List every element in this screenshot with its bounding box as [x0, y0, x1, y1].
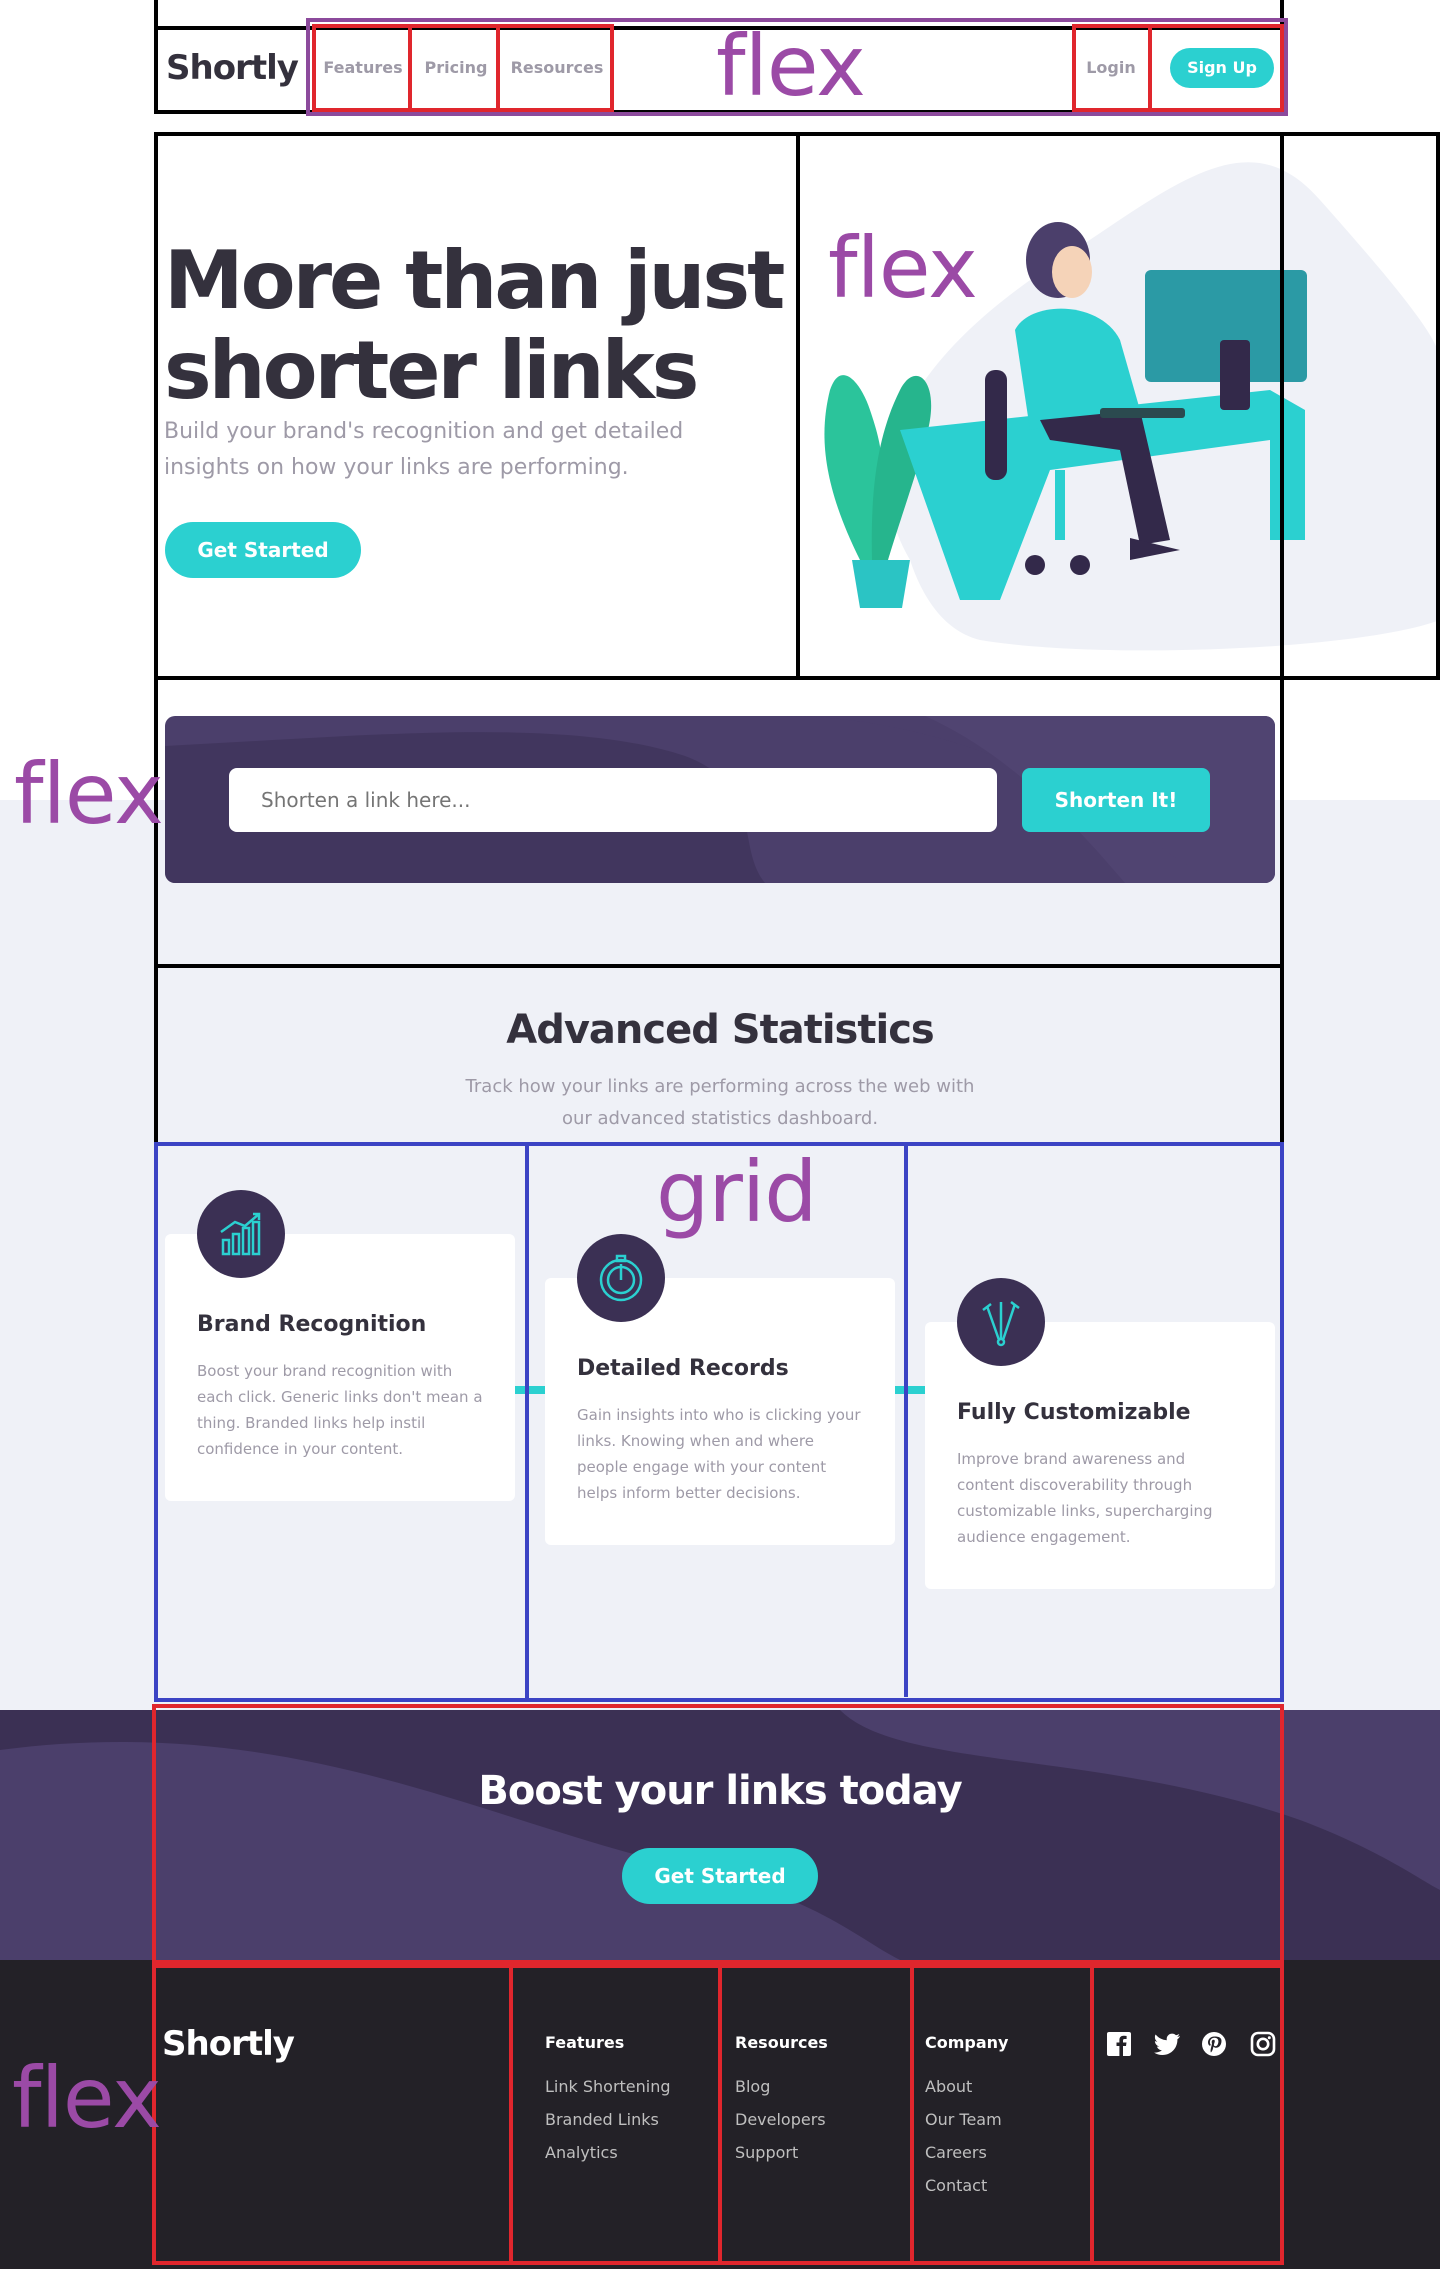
overlay-label-nav: flex	[716, 17, 866, 115]
overlay-nav-item	[1148, 24, 1284, 112]
overlay-label-hero: flex	[828, 219, 978, 317]
overlay-footer-divider	[910, 1964, 914, 2265]
overlay-stats-heading-box	[154, 964, 1284, 1146]
overlay-label-stats: grid	[656, 1143, 818, 1241]
overlay-grid-divider	[525, 1142, 529, 1702]
overlay-nav-item	[408, 24, 500, 112]
overlay-hero-text-box	[154, 132, 800, 680]
overlay-footer-divider	[718, 1964, 722, 2265]
overlay-footer-divider	[1090, 1964, 1094, 2265]
overlay-nav-item	[312, 24, 412, 112]
overlay-nav-item	[496, 24, 614, 112]
overlay-label-footer: flex	[12, 2049, 162, 2147]
overlay-label-shorten: flex	[14, 745, 164, 843]
overlay-boost-box	[152, 1704, 1284, 1964]
overlay-grid-divider	[904, 1142, 908, 1697]
overlay-shorten-box	[154, 676, 1284, 968]
overlay-footer-divider	[509, 1964, 513, 2265]
overlay-hero-image-box	[796, 132, 1440, 680]
overlay-nav-item	[1072, 24, 1152, 112]
